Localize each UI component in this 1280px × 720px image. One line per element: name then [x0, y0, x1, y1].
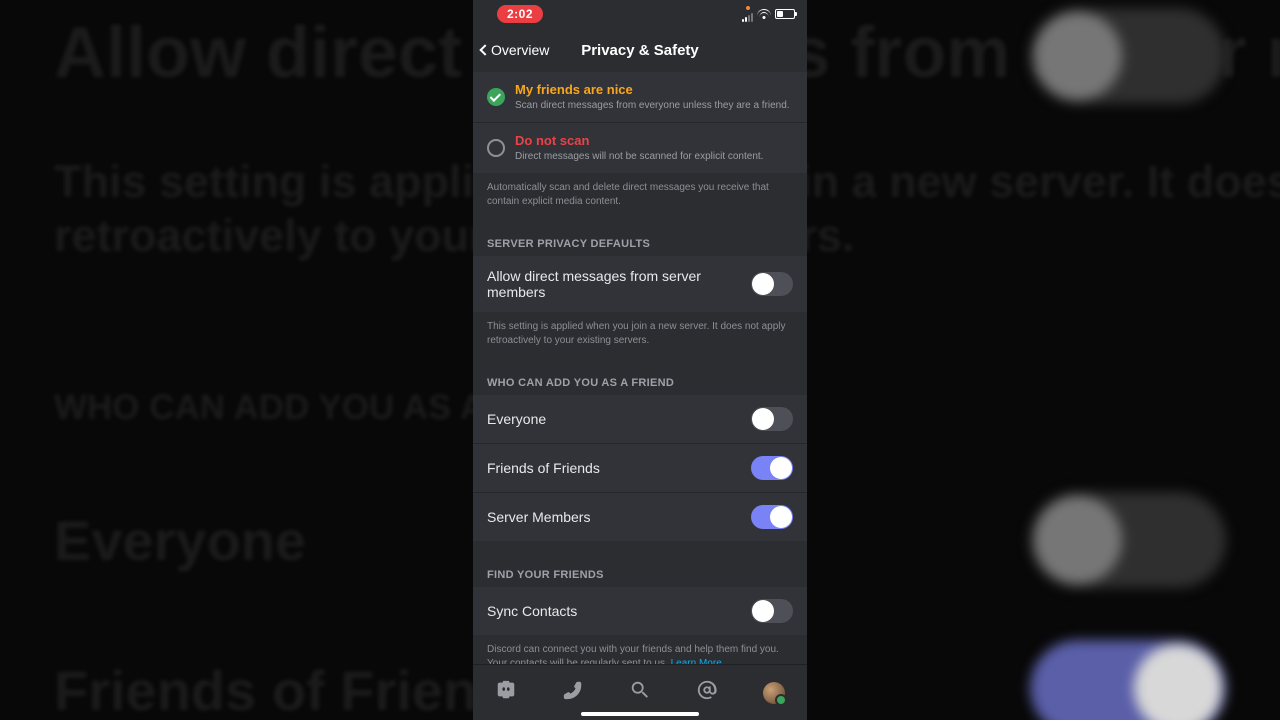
toggle-label: Server Members	[487, 509, 590, 525]
toggle-label: Friends of Friends	[487, 460, 600, 476]
tab-profile[interactable]	[763, 682, 785, 704]
scan-option-do-not-scan[interactable]: Do not scan Direct messages will not be …	[473, 123, 807, 173]
row-allow-dm[interactable]: Allow direct messages from server member…	[473, 256, 807, 312]
discord-logo-icon	[495, 679, 517, 701]
toggle-sync-contacts[interactable]	[751, 599, 793, 623]
cellular-signal-icon	[742, 12, 753, 22]
bg-fof: Friends of Friends	[54, 658, 543, 720]
status-right	[742, 6, 795, 22]
battery-icon	[775, 9, 795, 19]
option-title: My friends are nice	[515, 82, 790, 97]
back-label: Overview	[491, 42, 549, 58]
toggle-label: Everyone	[487, 411, 546, 427]
tab-bar	[473, 664, 807, 720]
at-sign-icon	[696, 679, 718, 701]
row-everyone[interactable]: Everyone	[473, 395, 807, 444]
option-subtitle: Scan direct messages from everyone unles…	[515, 99, 790, 112]
option-title: Do not scan	[515, 133, 763, 148]
option-subtitle: Direct messages will not be scanned for …	[515, 150, 763, 163]
tab-mentions[interactable]	[696, 679, 718, 706]
find-friends-description: Discord can connect you with your friend…	[473, 635, 807, 664]
bg-toggle-off	[1030, 8, 1226, 104]
bg-toggle-off-2	[1030, 492, 1226, 588]
wifi-icon	[757, 9, 771, 19]
page-title: Privacy & Safety	[581, 42, 699, 59]
bg-toggle-on	[1030, 640, 1226, 720]
tab-home[interactable]	[495, 679, 517, 706]
chevron-left-icon	[479, 44, 490, 55]
avatar	[763, 682, 785, 704]
toggle-server-members[interactable]	[751, 505, 793, 529]
back-button[interactable]: Overview	[481, 42, 549, 58]
scan-option-friends-nice[interactable]: My friends are nice Scan direct messages…	[473, 72, 807, 123]
home-indicator[interactable]	[581, 712, 699, 716]
tab-search[interactable]	[629, 679, 651, 706]
search-icon	[629, 679, 651, 701]
settings-scroll[interactable]: My friends are nice Scan direct messages…	[473, 72, 807, 664]
toggle-friends-of-friends[interactable]	[751, 456, 793, 480]
phone-person-icon	[562, 679, 584, 701]
section-header-who-add: WHO CAN ADD YOU AS A FRIEND	[473, 361, 807, 395]
radio-selected-icon	[487, 88, 505, 106]
section-header-find-friends: FIND YOUR FRIENDS	[473, 541, 807, 587]
row-friends-of-friends[interactable]: Friends of Friends	[473, 444, 807, 493]
toggle-label: Sync Contacts	[487, 603, 577, 619]
scan-section-description: Automatically scan and delete direct mes…	[473, 173, 807, 222]
bg-everyone: Everyone	[54, 508, 306, 573]
toggle-allow-dm[interactable]	[751, 272, 793, 296]
section-header-server-privacy: SERVER PRIVACY DEFAULTS	[473, 222, 807, 256]
tab-friends[interactable]	[562, 679, 584, 706]
toggle-label: Allow direct messages from server member…	[487, 268, 751, 300]
status-bar: 2:02	[473, 0, 807, 28]
radio-unselected-icon	[487, 139, 505, 157]
server-privacy-description: This setting is applied when you join a …	[473, 312, 807, 361]
row-sync-contacts[interactable]: Sync Contacts	[473, 587, 807, 635]
row-server-members[interactable]: Server Members	[473, 493, 807, 541]
toggle-everyone[interactable]	[751, 407, 793, 431]
recording-time-pill: 2:02	[497, 5, 543, 23]
nav-bar: Overview Privacy & Safety	[473, 28, 807, 72]
privacy-indicator-dot	[746, 6, 750, 10]
phone-frame: 2:02 Overview Privacy & Safety My friend…	[473, 0, 807, 720]
